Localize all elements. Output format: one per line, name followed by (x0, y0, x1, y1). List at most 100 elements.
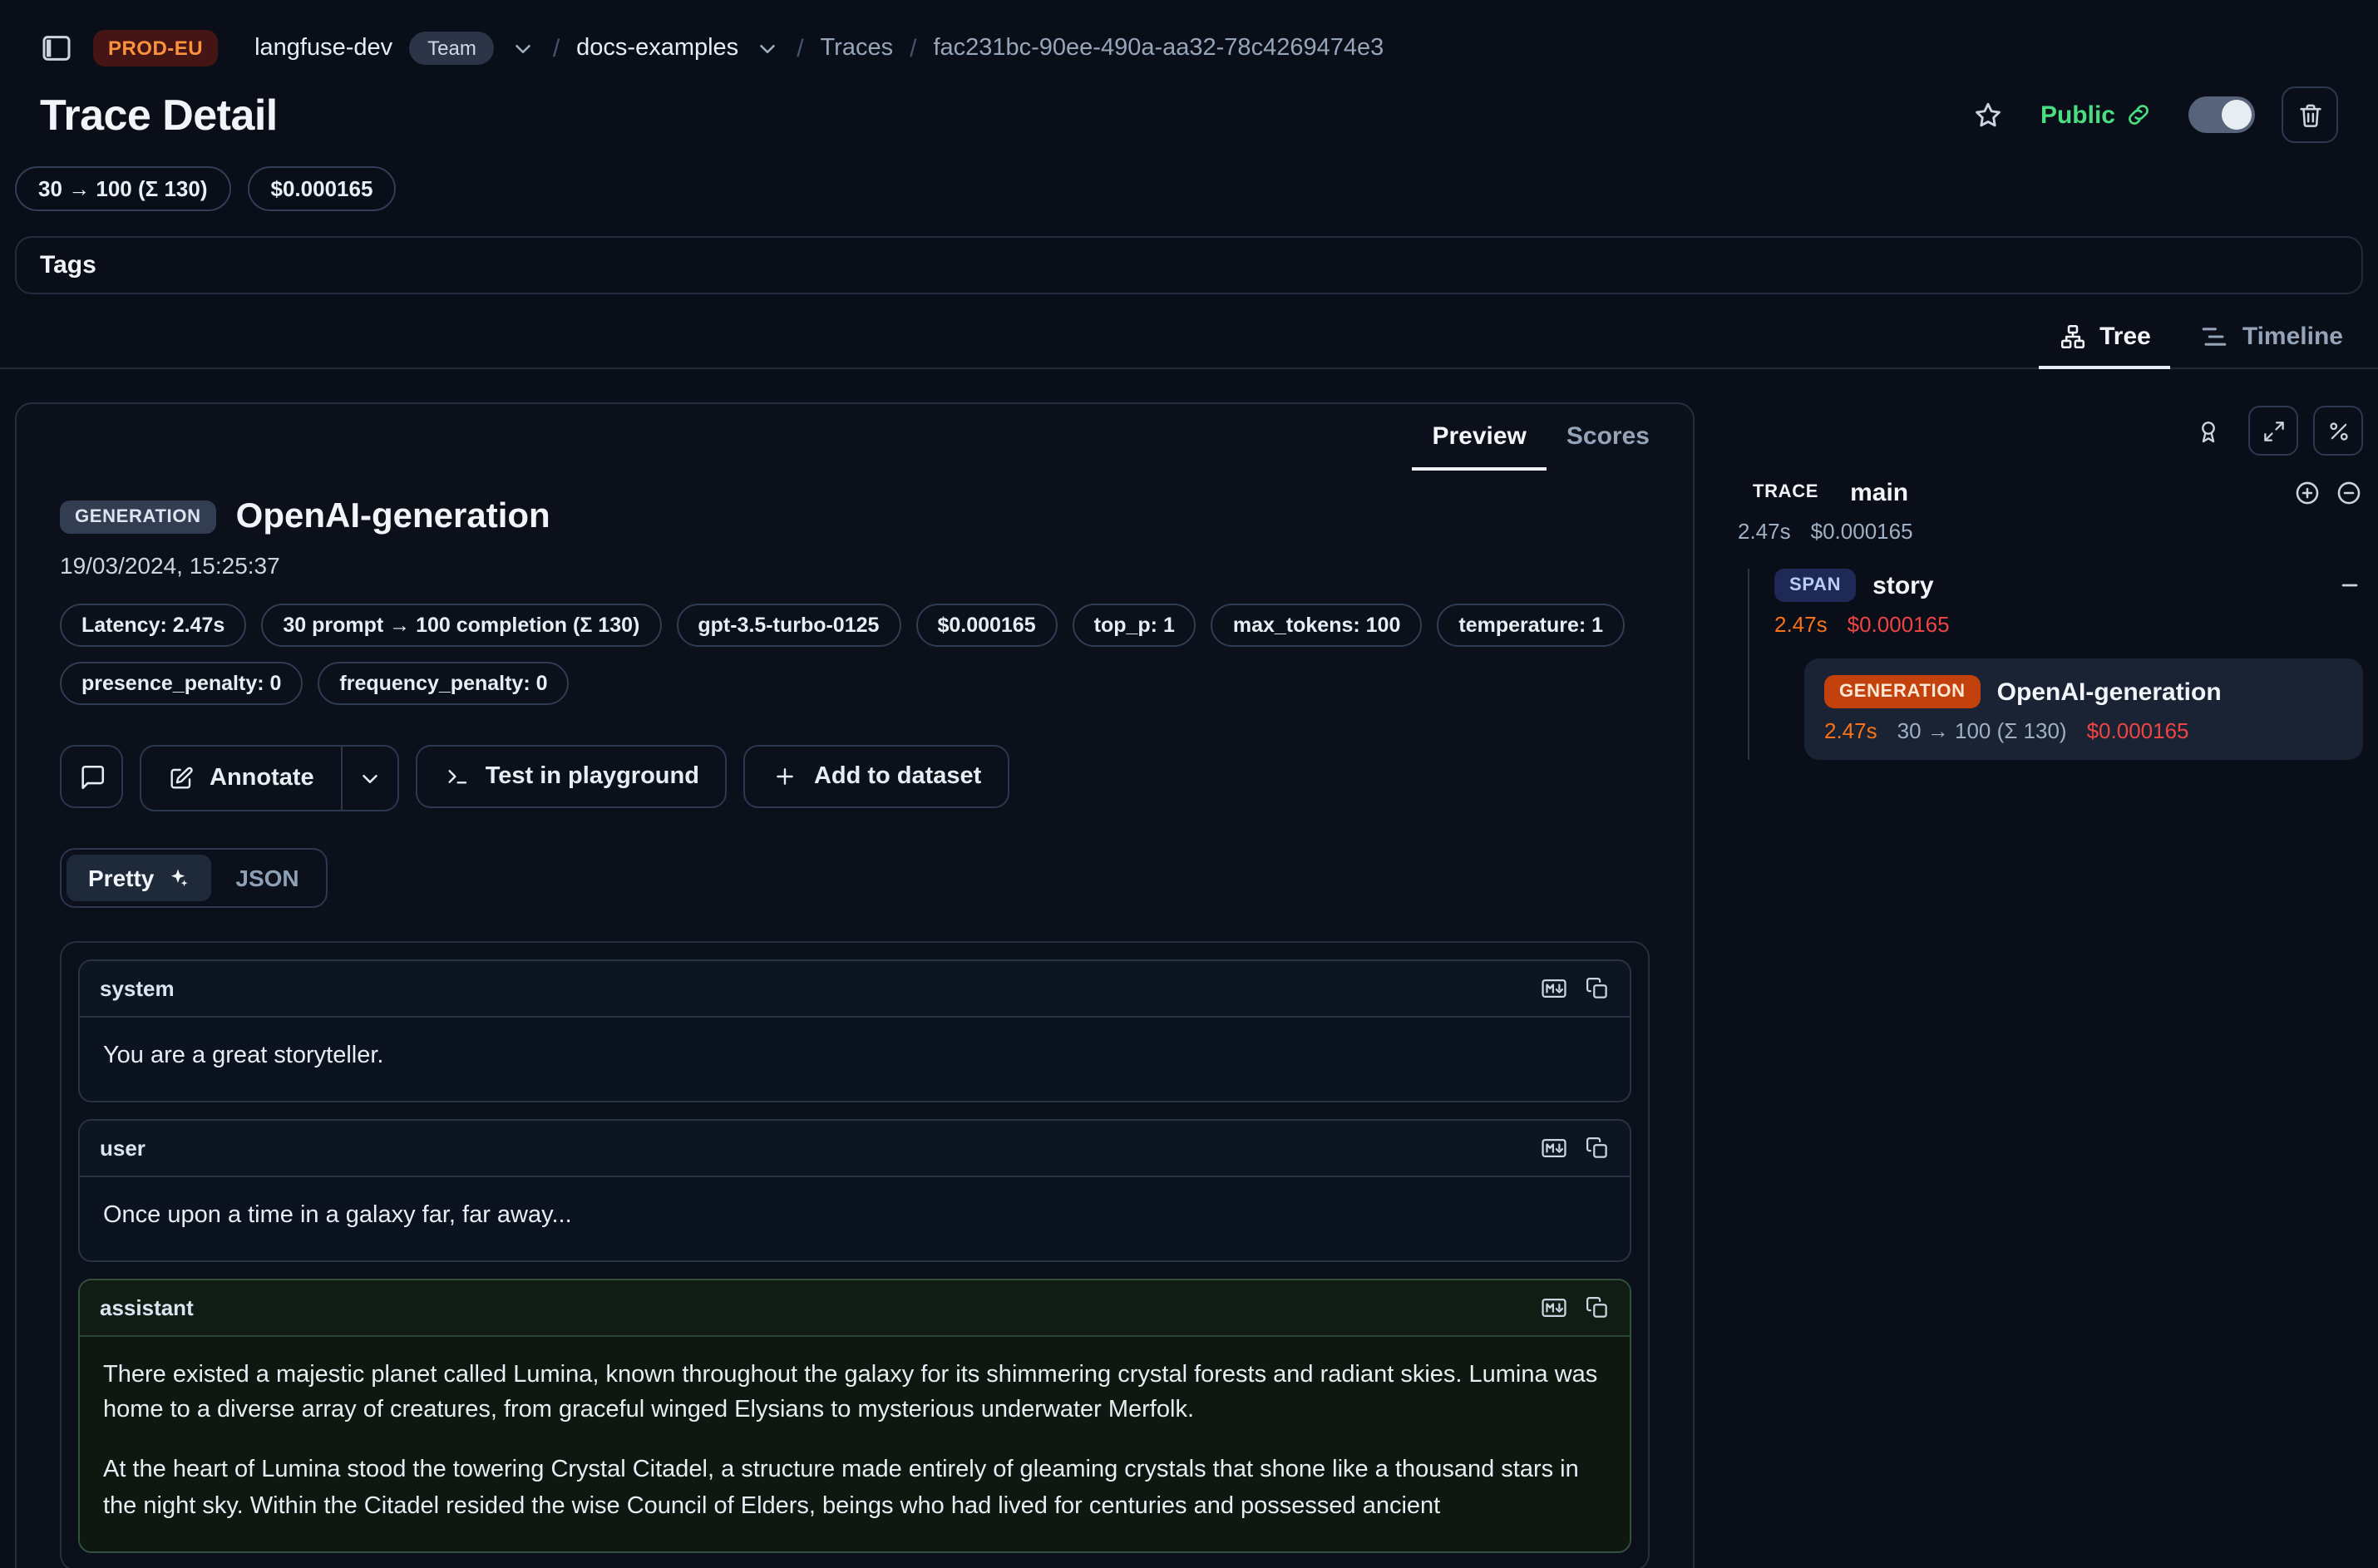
markdown-toggle-button[interactable] (1540, 1293, 1568, 1321)
markdown-toggle-button[interactable] (1540, 1134, 1568, 1162)
tab-tree[interactable]: Tree (2038, 314, 2171, 369)
delete-trace-button[interactable] (2282, 86, 2338, 143)
minus-icon (2336, 572, 2363, 599)
span-cost: $0.000165 (1848, 612, 1950, 637)
panel-tabs: Preview Scores (17, 404, 1693, 471)
test-in-playground-button[interactable]: Test in playground (416, 745, 728, 808)
breadcrumb-traces[interactable]: Traces (821, 35, 894, 62)
breadcrumb: langfuse-dev Team / docs-examples / Trac… (254, 32, 1384, 65)
tree-node-trace[interactable]: TRACE main 2.47s $0.00 (1738, 476, 2363, 544)
generation-name: OpenAI-generation (1997, 678, 2222, 706)
tree-body: TRACE main 2.47s $0.00 (1738, 476, 2363, 760)
tree-node-span[interactable]: SPAN story 2.47s $0.000165 (1774, 569, 2363, 637)
add-to-dataset-button[interactable]: Add to dataset (744, 745, 1009, 808)
message-header: system (80, 961, 1630, 1018)
comment-button[interactable] (60, 745, 123, 808)
tags-label: Tags (40, 251, 96, 279)
expand-nodes-button[interactable] (2293, 478, 2321, 506)
breadcrumb-separator: / (797, 34, 803, 62)
generation-metrics: 2.47s 30 → 100 (Σ 130) $0.000165 (1824, 718, 2343, 743)
tab-timeline-label: Timeline (2242, 323, 2343, 351)
title-row: Trace Detail Public (40, 86, 2338, 143)
panel-left-icon (40, 32, 73, 65)
breadcrumb-row: PROD-EU langfuse-dev Team / docs-example… (40, 23, 2338, 73)
trace-cost: $0.000165 (1811, 519, 1913, 544)
span-latency: 2.47s (1774, 612, 1828, 637)
edit-icon (168, 765, 195, 791)
latency-pill: Latency: 2.47s (60, 604, 246, 647)
public-label: Public (2040, 101, 2115, 129)
span-row-end (2336, 572, 2363, 599)
message-content: There existed a majestic planet called L… (80, 1336, 1630, 1551)
observation-detail-card: Preview Scores GENERATION OpenAI-generat… (15, 402, 1695, 1568)
main-content: Preview Scores GENERATION OpenAI-generat… (0, 369, 2378, 1568)
span-metrics: 2.47s $0.000165 (1774, 612, 2363, 637)
tags-section[interactable]: Tags (15, 236, 2363, 294)
trace-summary-row: 30 → 100 (Σ 130) $0.000165 (0, 143, 2378, 211)
annotate-button[interactable]: Annotate (141, 747, 341, 810)
sidebar-toggle-button[interactable] (40, 32, 73, 65)
generation-tokens: 30 → 100 (Σ 130) (1897, 718, 2067, 743)
terminal-icon (444, 763, 471, 790)
format-json-button[interactable]: JSON (214, 855, 320, 901)
format-pretty-button[interactable]: Pretty (67, 855, 210, 901)
star-icon (1972, 99, 2004, 131)
chevron-down-icon (755, 36, 780, 61)
message-card-user: user Once upon a time in a galaxy far, (78, 1119, 1631, 1262)
tab-preview[interactable]: Preview (1412, 407, 1546, 471)
public-toggle[interactable] (2188, 96, 2255, 133)
breadcrumb-separator: / (910, 34, 916, 62)
public-link[interactable]: Public (2030, 99, 2162, 131)
message-header: assistant (80, 1280, 1630, 1336)
minus-circle-icon (2335, 478, 2363, 506)
breadcrumb-project[interactable]: docs-examples (576, 35, 738, 62)
assistant-paragraph: At the heart of Lumina stood the towerin… (103, 1453, 1606, 1526)
cost-pill: $0.000165 (915, 604, 1057, 647)
top-p-pill: top_p: 1 (1073, 604, 1196, 647)
copy-icon (1585, 1136, 1610, 1161)
timeline-icon (2201, 323, 2229, 351)
page-title: Trace Detail (40, 89, 278, 141)
message-role: user (100, 1136, 146, 1161)
message-card-assistant: assistant There existed (78, 1278, 1631, 1552)
copy-button[interactable] (1585, 1293, 1610, 1321)
annotate-dropdown-button[interactable] (341, 747, 397, 810)
bookmark-star-button[interactable] (1972, 99, 2004, 131)
span-name: story (1872, 571, 1933, 599)
message-role: assistant (100, 1294, 194, 1319)
message-tools (1540, 974, 1610, 1003)
message-tools (1540, 1293, 1610, 1321)
tab-timeline[interactable]: Timeline (2181, 314, 2363, 369)
toggle-metrics-button[interactable] (2313, 406, 2363, 456)
observation-body: GENERATION OpenAI-generation 19/03/2024,… (17, 471, 1693, 1568)
max-tokens-pill: max_tokens: 100 (1211, 604, 1423, 647)
pretty-label: Pretty (88, 865, 154, 891)
breadcrumb-org[interactable]: langfuse-dev (254, 35, 392, 62)
copy-button[interactable] (1585, 1134, 1610, 1162)
collapse-nodes-button[interactable] (2335, 478, 2363, 506)
copy-button[interactable] (1585, 974, 1610, 1003)
tab-scores[interactable]: Scores (1547, 407, 1670, 471)
annotation-queue-button[interactable] (2183, 406, 2233, 456)
trash-icon (2296, 101, 2324, 129)
sparkles-icon (165, 866, 189, 890)
model-pill: gpt-3.5-turbo-0125 (676, 604, 900, 647)
org-switcher-button[interactable] (511, 36, 536, 61)
generation-node-row: GENERATION OpenAI-generation (1824, 675, 2343, 708)
markdown-toggle-button[interactable] (1540, 974, 1568, 1003)
span-node-row: SPAN story (1774, 569, 2363, 602)
cost-pill: $0.000165 (248, 166, 397, 211)
markdown-icon (1540, 974, 1568, 1003)
collapse-span-button[interactable] (2336, 572, 2363, 599)
observation-type-badge: GENERATION (60, 500, 216, 534)
tree-icon (2058, 323, 2086, 351)
observation-timestamp: 19/03/2024, 15:25:37 (60, 552, 1650, 579)
trace-metrics: 2.47s $0.000165 (1738, 519, 2363, 544)
breadcrumb-trace-id: fac231bc-90ee-490a-aa32-78c4269474e3 (933, 35, 1384, 62)
span-type-badge: SPAN (1774, 569, 1856, 602)
message-role: system (100, 976, 175, 1001)
project-switcher-button[interactable] (755, 36, 780, 61)
observation-header: GENERATION OpenAI-generation (60, 497, 1650, 537)
fullscreen-button[interactable] (2248, 406, 2298, 456)
tree-node-generation[interactable]: GENERATION OpenAI-generation 2.47s 30 → … (1804, 658, 2363, 760)
